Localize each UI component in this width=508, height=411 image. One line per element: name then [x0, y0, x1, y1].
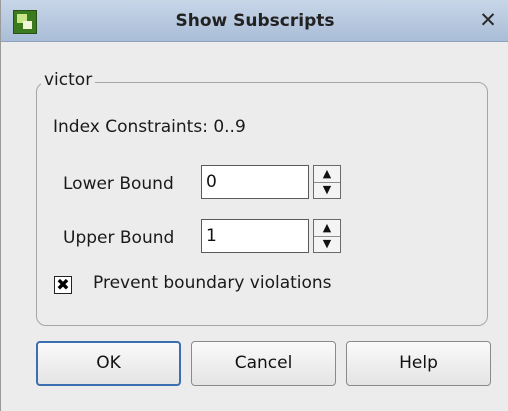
upper-bound-down-icon[interactable]: ▼	[314, 236, 340, 252]
index-constraints-text: Index Constraints: 0..9	[53, 117, 246, 137]
title-bar[interactable]: Show Subscripts ✕	[1, 0, 508, 42]
close-icon[interactable]: ✕	[477, 8, 499, 32]
ok-button[interactable]: OK	[36, 341, 181, 386]
upper-bound-spinner: ▲ ▼	[313, 219, 341, 253]
dialog-title: Show Subscripts	[175, 11, 335, 31]
help-button[interactable]: Help	[346, 341, 491, 386]
lower-bound-label: Lower Bound	[63, 174, 174, 194]
cancel-button[interactable]: Cancel	[191, 341, 336, 386]
upper-bound-label: Upper Bound	[63, 228, 175, 248]
lower-bound-spinner: ▲ ▼	[313, 165, 341, 199]
dialog-window: Show Subscripts ✕ victor Index Constrain…	[0, 0, 508, 411]
prevent-violations-label[interactable]: Prevent boundary violations	[93, 273, 332, 293]
group-legend: victor	[41, 70, 96, 90]
prevent-violations-checkbox[interactable]: ✖	[54, 276, 72, 294]
lower-bound-input[interactable]	[201, 165, 309, 199]
upper-bound-up-icon[interactable]: ▲	[314, 220, 340, 237]
lower-bound-down-icon[interactable]: ▼	[314, 182, 340, 198]
lower-bound-up-icon[interactable]: ▲	[314, 166, 340, 183]
upper-bound-input[interactable]	[201, 219, 309, 253]
